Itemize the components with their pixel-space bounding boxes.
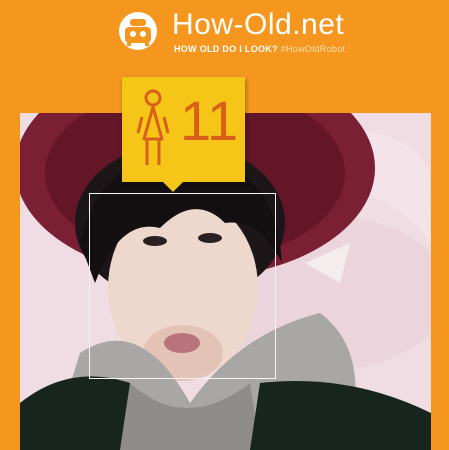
age-badge: 11 — [122, 77, 245, 192]
female-icon — [136, 89, 170, 165]
face-detection-box — [89, 193, 276, 379]
site-title[interactable]: How-Old.net — [172, 8, 344, 42]
age-value: 11 — [180, 89, 239, 152]
site-header: How-Old.net HOW OLD DO I LOOK? #HowOldRo… — [0, 0, 449, 70]
robot-logo-icon[interactable] — [119, 12, 157, 50]
tagline-text: HOW OLD DO I LOOK? — [174, 44, 278, 54]
badge-pointer — [163, 182, 183, 192]
hashtag-text[interactable]: #HowOldRobot — [281, 44, 346, 54]
site-tagline: HOW OLD DO I LOOK? #HowOldRobot — [174, 44, 345, 54]
